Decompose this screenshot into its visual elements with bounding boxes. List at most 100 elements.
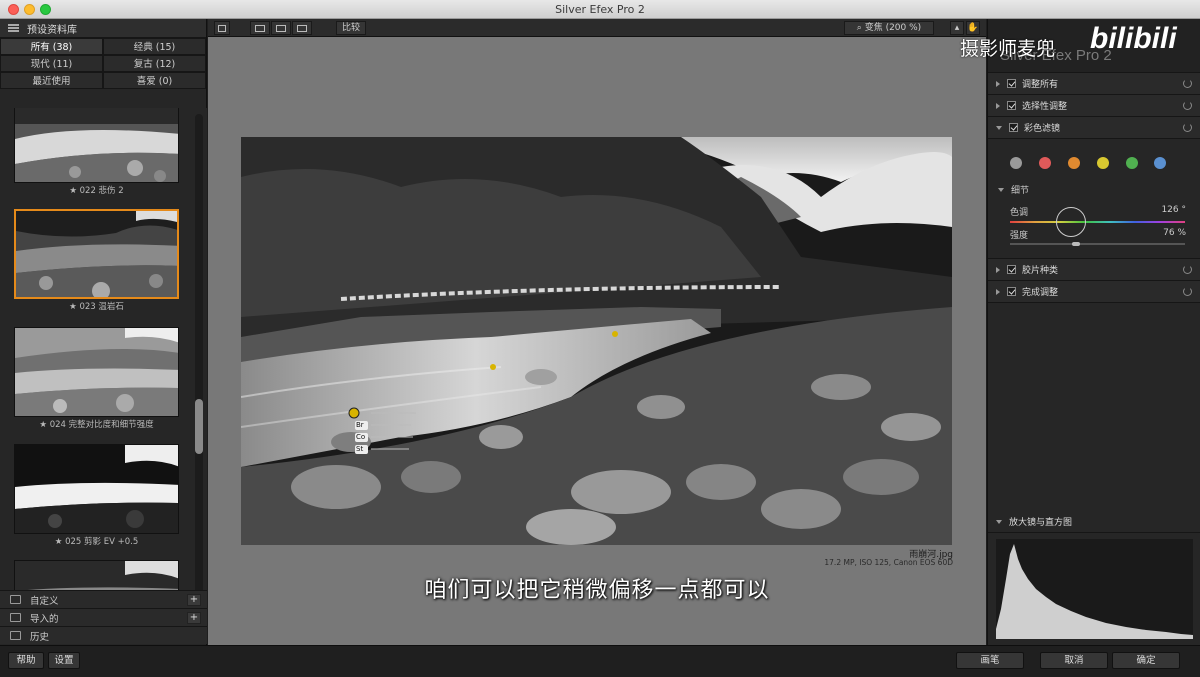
enable-checkbox[interactable]: [1007, 101, 1016, 110]
preview-area: 比较 ⌕ 变焦 (200 %) ▴ ✋ Br Co St 雨崩河.jpg 17.…: [208, 19, 986, 645]
add-custom-button[interactable]: +: [187, 594, 201, 606]
strength-value: 76 %: [1163, 228, 1186, 238]
green-filter-dot[interactable]: [1126, 157, 1138, 169]
section-film-types[interactable]: 胶片种类: [988, 259, 1200, 281]
preview-toolbar: 比较 ⌕ 变焦 (200 %) ▴ ✋: [208, 19, 986, 37]
hue-label: 色调: [1010, 208, 1029, 218]
preset-item-selected[interactable]: ★ 023 温岩石: [14, 209, 179, 315]
cancel-button[interactable]: 取消: [1040, 652, 1108, 669]
enable-checkbox[interactable]: [1009, 123, 1018, 132]
reset-icon[interactable]: [1183, 287, 1192, 296]
photo-preview[interactable]: Br Co St: [241, 137, 952, 545]
help-button[interactable]: 帮助: [8, 652, 44, 669]
expand-arrow-icon: [996, 80, 1000, 87]
split-view-icon: [276, 25, 286, 32]
color-filter-controls: 细节 色调 126 ° 强度 76 %: [988, 139, 1200, 259]
bilibili-logo: bilibili: [1090, 22, 1177, 55]
side-by-side-button[interactable]: [292, 21, 312, 35]
preset-item[interactable]: ★ 024 完整对比度和细节强度: [14, 327, 179, 433]
enable-checkbox[interactable]: [1007, 79, 1016, 88]
enable-checkbox[interactable]: [1007, 265, 1016, 274]
split-view-button[interactable]: [271, 21, 291, 35]
video-subtitle: 咱们可以把它稍微偏移一点都可以: [424, 578, 770, 603]
section-finishing-adjustments[interactable]: 完成调整: [988, 281, 1200, 303]
filter-vintage[interactable]: 复古 (12): [103, 55, 206, 72]
filter-favorites[interactable]: 喜爱 (0): [103, 72, 206, 89]
reset-icon[interactable]: [1183, 265, 1192, 274]
control-point-brightness[interactable]: Br: [356, 421, 364, 429]
preset-label: ★ 025 剪影 EV +0.5: [54, 537, 139, 547]
side-by-side-icon: [297, 25, 307, 32]
histogram-header[interactable]: 放大镜与直方图: [988, 511, 1200, 533]
preset-scrollbar[interactable]: [195, 114, 203, 604]
reset-icon[interactable]: [1183, 79, 1192, 88]
single-view-button[interactable]: [250, 21, 270, 35]
library-title: 预设资料库: [27, 24, 77, 36]
custom-label: 自定义: [30, 595, 59, 607]
filter-classic[interactable]: 经典 (15): [103, 38, 206, 55]
preset-label: ★ 022 悲伤 2: [69, 186, 124, 196]
window-title: Silver Efex Pro 2: [555, 3, 645, 16]
preset-list: ★ 022 悲伤 2 ★ 023 温岩石 ★ 024 完整对比度和细节强度 ★ …: [0, 108, 207, 608]
filter-all[interactable]: 所有 (38): [0, 38, 103, 55]
filter-recent[interactable]: 最近使用: [0, 72, 103, 89]
menu-icon: [8, 24, 19, 32]
section-global-adjustments[interactable]: 调整所有: [988, 73, 1200, 95]
custom-presets-row[interactable]: 自定义 +: [0, 590, 207, 608]
compare-button[interactable]: 比较: [336, 21, 366, 35]
loupe-icon: ▴: [954, 23, 960, 33]
control-point-structure[interactable]: St: [356, 445, 363, 453]
settings-button[interactable]: 设置: [48, 652, 80, 669]
hue-slider[interactable]: [1010, 221, 1185, 223]
add-imported-button[interactable]: +: [187, 612, 201, 624]
scrollbar-thumb[interactable]: [195, 399, 203, 454]
section-label: 胶片种类: [1022, 266, 1059, 276]
preset-thumbnail: [14, 209, 179, 299]
watermark-text: 摄影师麦兜: [960, 38, 1056, 60]
expand-arrow-icon: [996, 288, 1000, 295]
orange-filter-dot[interactable]: [1068, 157, 1080, 169]
search-icon: ⌕: [856, 23, 865, 33]
hand-icon: ✋: [967, 23, 979, 33]
loupe-button[interactable]: ▴: [950, 21, 964, 35]
reset-icon[interactable]: [1183, 123, 1192, 132]
control-point-contrast[interactable]: Co: [356, 433, 365, 441]
imported-label: 导入的: [30, 613, 59, 625]
section-label: 彩色滤镜: [1024, 124, 1061, 134]
detail-header[interactable]: 细节: [998, 183, 1029, 196]
neutral-filter-dot[interactable]: [1010, 157, 1022, 169]
zoom-control[interactable]: ⌕ 变焦 (200 %): [844, 21, 934, 35]
section-color-filters[interactable]: 彩色滤镜: [988, 117, 1200, 139]
strength-slider[interactable]: [1010, 243, 1185, 245]
collapse-arrow-icon: [996, 125, 1002, 130]
hue-slider-handle[interactable]: [1056, 207, 1086, 237]
strength-slider-handle[interactable]: [1072, 242, 1080, 246]
image-info: 17.2 MP, ISO 125, Canon EOS 60D: [824, 558, 953, 567]
ok-button[interactable]: 确定: [1112, 652, 1180, 669]
preset-thumbnail: [14, 444, 179, 534]
section-loupe-histogram[interactable]: 放大镜与直方图: [988, 511, 1200, 533]
reset-icon[interactable]: [1183, 101, 1192, 110]
red-filter-dot[interactable]: [1039, 157, 1051, 169]
toggle-panel-button[interactable]: [214, 21, 230, 35]
preset-item[interactable]: ★ 025 剪影 EV +0.5: [14, 444, 179, 550]
yellow-filter-dot[interactable]: [1097, 157, 1109, 169]
preset-thumbnail: [14, 327, 179, 417]
section-selective-adjustments[interactable]: 选择性调整: [988, 95, 1200, 117]
collapse-arrow-icon: [996, 519, 1002, 524]
history-row[interactable]: 历史: [0, 626, 207, 644]
section-label: 放大镜与直方图: [1009, 518, 1073, 528]
library-header[interactable]: 预设资料库: [0, 19, 206, 38]
preset-library-panel: 预设资料库 所有 (38) 经典 (15) 现代 (11) 复古 (12) 最近…: [0, 19, 207, 645]
brush-button[interactable]: 画笔: [956, 652, 1024, 669]
preset-item[interactable]: ★ 022 悲伤 2: [14, 108, 179, 199]
filter-modern[interactable]: 现代 (11): [0, 55, 103, 72]
blue-filter-dot[interactable]: [1154, 157, 1166, 169]
histogram: [996, 539, 1193, 639]
hand-button[interactable]: ✋: [966, 21, 980, 35]
preset-thumbnail: [14, 108, 179, 183]
imported-presets-row[interactable]: 导入的 +: [0, 608, 207, 626]
enable-checkbox[interactable]: [1007, 287, 1016, 296]
section-label: 完成调整: [1022, 288, 1059, 298]
hue-value: 126 °: [1161, 205, 1186, 215]
